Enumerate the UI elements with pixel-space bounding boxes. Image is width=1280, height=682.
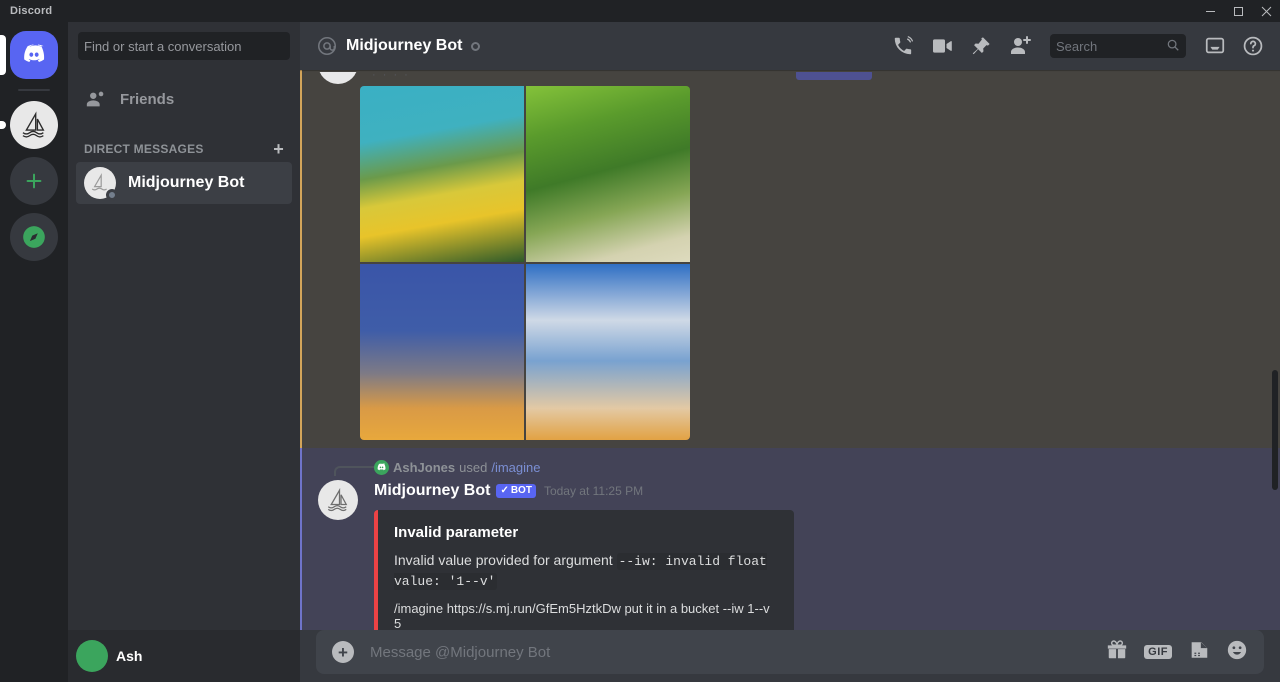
friends-icon xyxy=(84,88,108,110)
sticker-icon[interactable] xyxy=(1188,639,1210,666)
avatar xyxy=(318,72,358,84)
rail-separator xyxy=(18,89,50,91)
message-header: Midjourney Bot ✓ BOT Today at 11:25 PM xyxy=(374,480,1264,502)
attach-file-button[interactable]: + xyxy=(332,641,354,663)
close-icon[interactable] xyxy=(1252,0,1280,22)
maximize-icon[interactable] xyxy=(1224,0,1252,22)
grid-image-1[interactable] xyxy=(360,86,524,262)
cut-off-text: · · · · xyxy=(372,72,410,81)
command-used-label: used xyxy=(459,459,488,475)
command-name[interactable]: /imagine xyxy=(491,460,540,475)
message-scrollbar[interactable] xyxy=(1272,370,1278,490)
sidebar-item-midjourney-server[interactable] xyxy=(0,101,58,149)
message-author[interactable]: Midjourney Bot xyxy=(374,482,490,500)
grid-image-2[interactable] xyxy=(526,86,690,262)
user-panel[interactable]: Ash xyxy=(68,630,300,682)
message-ephemeral-error: AshJones used /imagine Midjourney Bot ✓ … xyxy=(300,448,1280,630)
dm-list: Friends DIRECT MESSAGES + Midjourney Bot xyxy=(68,70,300,630)
create-dm-button[interactable]: + xyxy=(273,140,284,158)
find-conversation-input[interactable]: Find or start a conversation xyxy=(78,32,290,60)
plus-icon xyxy=(10,157,58,205)
grid-image-4[interactable] xyxy=(526,264,690,440)
emoji-icon[interactable] xyxy=(1226,639,1248,666)
search-input[interactable]: Search xyxy=(1050,34,1186,58)
embed-footer: /imagine https://s.mj.run/GfEm5HztkDw pu… xyxy=(394,601,770,630)
direct-messages-header: DIRECT MESSAGES + xyxy=(76,122,292,162)
dm-search-area: Find or start a conversation xyxy=(68,22,300,70)
embed-description-prefix: Invalid value provided for argument xyxy=(394,552,617,568)
composer-area: + Message @Midjourney Bot GIF xyxy=(300,630,1280,682)
verified-check-icon: ✓ xyxy=(500,485,509,496)
add-person-icon[interactable] xyxy=(1008,34,1032,58)
discord-logo-icon xyxy=(10,31,58,79)
embed-title: Invalid parameter xyxy=(394,524,519,541)
reply-spine xyxy=(334,466,374,476)
avatar[interactable] xyxy=(76,640,108,672)
search-icon xyxy=(1166,38,1180,55)
app-body: Find or start a conversation Friends DIR… xyxy=(0,22,1280,682)
bot-badge xyxy=(796,72,872,80)
sidebar-item-midjourney-bot[interactable]: Midjourney Bot xyxy=(76,162,292,204)
bot-badge-label: BOT xyxy=(510,485,532,496)
sidebar-item-friends[interactable]: Friends xyxy=(76,78,292,120)
sidebar-item-add-server[interactable] xyxy=(10,157,58,205)
message-image-grid: · · · · xyxy=(300,70,1280,448)
status-circle-icon xyxy=(471,41,481,51)
app-title: Discord xyxy=(10,5,53,17)
inbox-icon[interactable] xyxy=(1204,35,1226,57)
unread-pill xyxy=(0,121,6,129)
dm-sidebar: Find or start a conversation Friends DIR… xyxy=(68,22,300,682)
page-title: Midjourney Bot xyxy=(346,37,463,54)
message-input[interactable]: Message @Midjourney Bot xyxy=(370,644,1090,661)
slash-command-line: AshJones used /imagine xyxy=(316,458,1264,476)
find-conversation-placeholder: Find or start a conversation xyxy=(84,38,242,54)
bot-badge: ✓ BOT xyxy=(496,484,536,498)
discord-window: Discord Find or start a conversation Fri… xyxy=(0,0,1280,682)
sidebar-item-label: Midjourney Bot xyxy=(128,174,245,191)
at-icon xyxy=(316,35,338,57)
direct-messages-label: DIRECT MESSAGES xyxy=(84,142,204,156)
help-icon[interactable] xyxy=(1242,35,1264,57)
sailboat-icon xyxy=(10,101,58,149)
phone-icon[interactable] xyxy=(892,35,914,57)
command-user: AshJones xyxy=(393,459,456,475)
composer-icons: GIF xyxy=(1106,639,1248,666)
main-panel: Midjourney Bot Search · · · · AshJones u… xyxy=(300,22,1280,682)
midjourney-image-grid[interactable] xyxy=(360,86,690,440)
message-row: Midjourney Bot ✓ BOT Today at 11:25 PM I… xyxy=(316,476,1264,630)
avatar[interactable] xyxy=(318,480,358,520)
header-tools: Search xyxy=(892,34,1272,58)
active-pill xyxy=(0,35,6,75)
user-name: Ash xyxy=(116,648,143,664)
pin-icon[interactable] xyxy=(970,35,992,57)
search-placeholder: Search xyxy=(1056,38,1098,54)
embed-description: Invalid value provided for argument --iw… xyxy=(394,551,778,591)
message-timestamp: Today at 11:25 PM xyxy=(543,484,644,498)
avatar xyxy=(84,167,118,201)
cut-off-message-header: · · · · xyxy=(316,72,1264,84)
sidebar-item-discord-home[interactable] xyxy=(0,31,58,79)
channel-header: Midjourney Bot Search xyxy=(300,22,1280,70)
gift-icon[interactable] xyxy=(1106,639,1128,666)
friends-label: Friends xyxy=(120,90,175,108)
message-composer[interactable]: + Message @Midjourney Bot GIF xyxy=(316,630,1264,674)
compass-icon xyxy=(10,213,58,261)
sidebar-item-explore-servers[interactable] xyxy=(10,213,58,261)
window-controls xyxy=(1196,0,1280,22)
grid-image-3[interactable] xyxy=(360,264,524,440)
message-list[interactable]: · · · · AshJones used /imagine Midjourne… xyxy=(300,70,1280,630)
video-icon[interactable] xyxy=(930,34,954,58)
message-content: Midjourney Bot ✓ BOT Today at 11:25 PM I… xyxy=(374,480,1264,630)
error-embed: Invalid parameter Invalid value provided… xyxy=(374,510,794,630)
minimize-icon[interactable] xyxy=(1196,0,1224,22)
server-rail xyxy=(0,22,68,682)
avatar xyxy=(374,459,389,475)
title-bar: Discord xyxy=(0,0,1280,22)
status-badge xyxy=(106,189,118,201)
gif-icon[interactable]: GIF xyxy=(1144,645,1172,659)
